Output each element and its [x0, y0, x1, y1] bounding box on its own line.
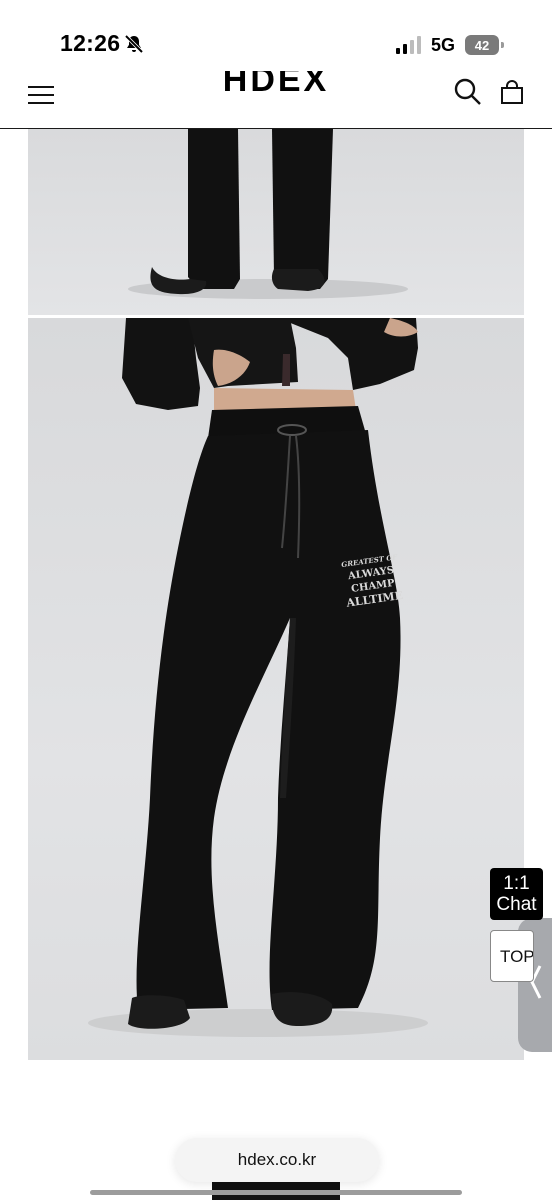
- product-image-1[interactable]: [28, 129, 524, 315]
- network-type: 5G: [431, 35, 456, 55]
- chat-button[interactable]: 1:1 Chat: [490, 868, 543, 920]
- battery-tip: [501, 42, 504, 48]
- scroll-top-button[interactable]: TOP: [490, 930, 534, 982]
- signal-icon: [396, 36, 421, 54]
- product-image-1-art: [128, 129, 408, 299]
- address-bar-url: hdex.co.kr: [237, 1150, 317, 1169]
- site-header: HDEX: [0, 70, 552, 129]
- chat-button-line2: Chat: [496, 894, 537, 915]
- status-time: 12:26: [60, 30, 121, 56]
- product-image-2[interactable]: GREATEST OF ALWAYS CHAMP ALLTIME: [28, 318, 524, 1060]
- status-bar: 12:26 5G 42: [0, 0, 552, 70]
- bell-slash-icon: [124, 34, 144, 54]
- product-image-2-art: [88, 318, 428, 1037]
- address-bar[interactable]: hdex.co.kr: [175, 1138, 379, 1182]
- chat-button-line1: 1:1: [503, 873, 530, 894]
- site-logo-text: HDEX: [222, 71, 330, 99]
- pants-print: GREATEST OF ALWAYS CHAMP ALLTIME: [331, 549, 413, 611]
- home-indicator[interactable]: [90, 1190, 462, 1195]
- battery-icon: 42: [465, 35, 505, 55]
- search-icon[interactable]: [454, 78, 482, 106]
- shopping-bag-icon[interactable]: [500, 80, 524, 104]
- battery-level: 42: [474, 38, 490, 53]
